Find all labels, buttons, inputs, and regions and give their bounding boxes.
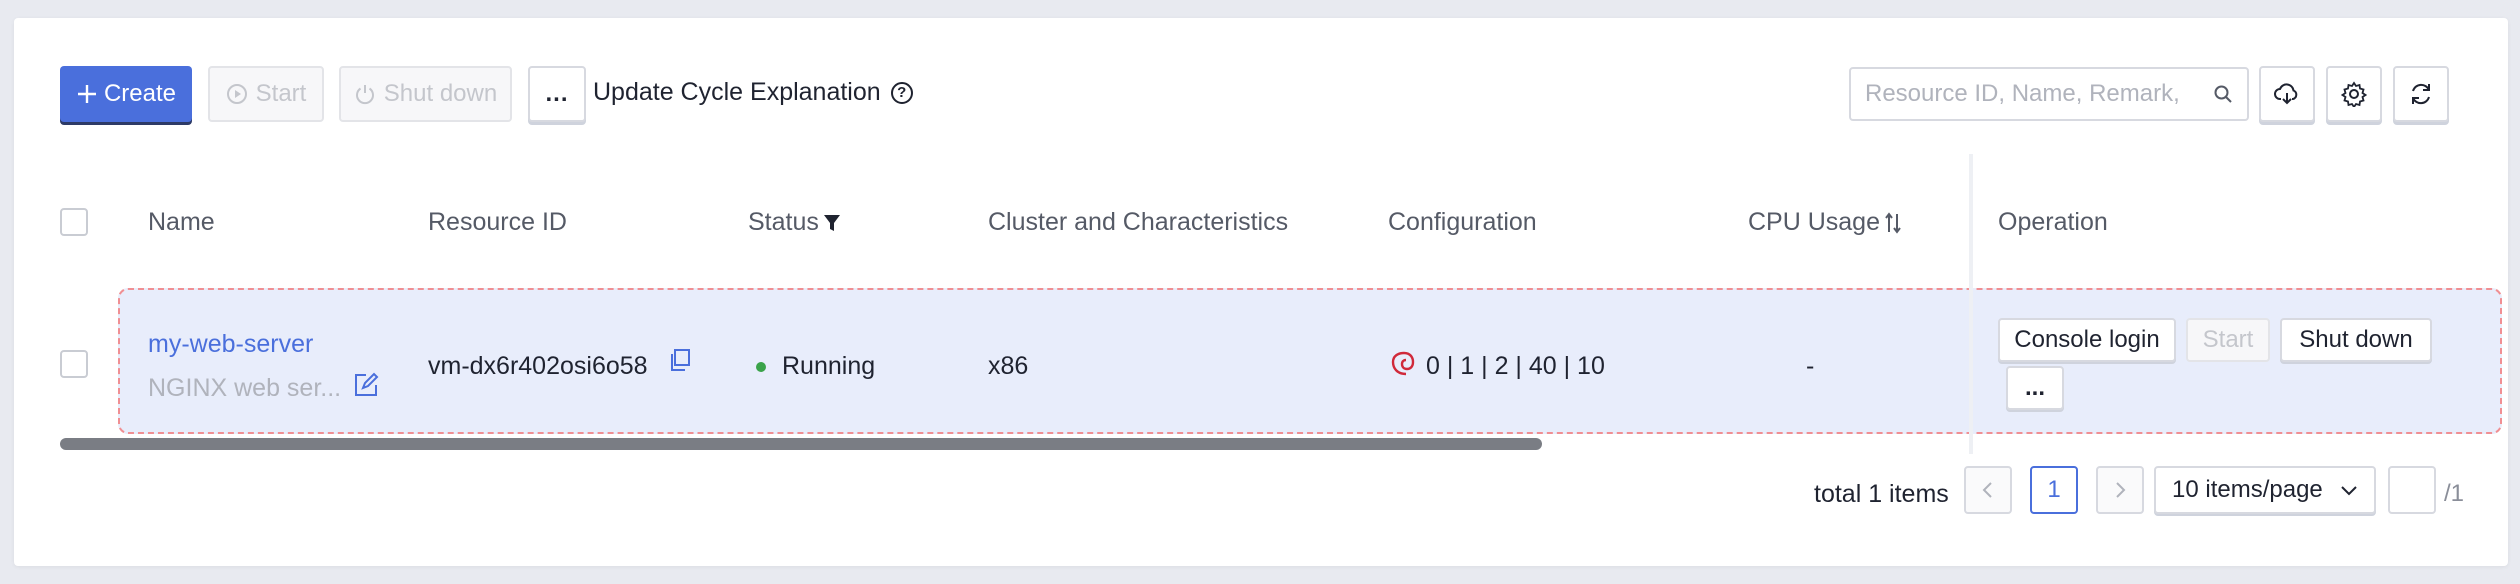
column-header-operation: Operation [1998, 208, 2108, 237]
instance-name-link[interactable]: my-web-server [148, 330, 313, 359]
next-page-button[interactable] [2096, 466, 2144, 514]
total-items-text: total 1 items [1814, 480, 1949, 508]
shutdown-label: Shut down [383, 80, 498, 107]
row-shutdown-button[interactable]: Shut down [2280, 318, 2432, 362]
debian-icon [1391, 351, 1415, 376]
status-text: Running [782, 352, 876, 380]
column-header-cpu-usage: CPU Usage [1748, 208, 1902, 237]
cloud-download-icon [2274, 83, 2298, 105]
console-login-button[interactable]: Console login [1998, 318, 2176, 362]
update-cycle-label: Update Cycle Explanation [593, 78, 881, 106]
refresh-button[interactable] [2393, 66, 2449, 122]
select-all-checkbox[interactable] [60, 208, 88, 236]
chevron-left-icon [1982, 482, 1992, 498]
gear-icon [2341, 81, 2367, 107]
operation-column-divider [1969, 154, 1973, 454]
configuration-value: 0 | 1 | 2 | 40 | 10 [1426, 352, 1605, 380]
column-status-label: Status [748, 208, 819, 236]
refresh-icon [2412, 83, 2430, 105]
column-configuration-label: Configuration [1388, 208, 1537, 236]
row-start-button[interactable]: Start [2186, 318, 2270, 362]
filter-icon[interactable] [823, 213, 841, 233]
power-icon [355, 85, 374, 105]
search-input[interactable] [1865, 80, 2213, 108]
column-header-configuration: Configuration [1388, 208, 1537, 237]
search-box [1849, 67, 2249, 121]
chevron-right-icon [2116, 482, 2126, 498]
plus-icon [77, 85, 96, 103]
row-more-button[interactable]: ... [2006, 366, 2064, 410]
column-header-cluster: Cluster and Characteristics [988, 208, 1288, 237]
column-resource-id-label: Resource ID [428, 208, 567, 236]
start-button[interactable]: Start [208, 66, 324, 122]
resource-id-value: vm-dx6r402osi6o58 [428, 352, 648, 380]
instance-remark: NGINX web ser... [148, 374, 342, 402]
horizontal-scrollbar[interactable] [60, 438, 1542, 450]
edit-icon[interactable] [353, 372, 379, 398]
update-cycle-link[interactable]: Update Cycle Explanation ? [593, 78, 913, 107]
column-cluster-label: Cluster and Characteristics [988, 208, 1289, 236]
total-pages-text: /1 [2444, 480, 2465, 507]
column-cpu-usage-label: CPU Usage [1748, 208, 1880, 236]
status-dot-icon [756, 362, 766, 373]
column-name-label: Name [148, 208, 215, 236]
copy-icon[interactable] [668, 348, 692, 372]
prev-page-button[interactable] [1964, 466, 2012, 514]
instance-list-card: Create Start Shut down ... Update Cycle … [14, 18, 2508, 566]
chevron-down-icon [2341, 486, 2357, 496]
help-icon: ? [890, 81, 913, 104]
more-actions-button[interactable]: ... [528, 66, 586, 122]
page-size-select[interactable]: 10 items/page [2154, 466, 2376, 514]
column-header-status: Status [748, 208, 841, 237]
create-button[interactable]: Create [60, 66, 192, 122]
play-circle-icon [226, 84, 247, 104]
status-badge: Running [756, 352, 875, 381]
cluster-value: x86 [988, 352, 1029, 380]
row-checkbox[interactable] [60, 350, 88, 378]
download-button[interactable] [2259, 66, 2315, 122]
shutdown-button[interactable]: Shut down [339, 66, 512, 122]
create-label: Create [103, 80, 177, 107]
cpu-usage-value: - [1806, 352, 1815, 380]
start-label: Start [255, 80, 307, 107]
column-operation-label: Operation [1998, 208, 2108, 236]
column-header-resource-id: Resource ID [428, 208, 567, 237]
settings-button[interactable] [2326, 66, 2382, 122]
page-number-current[interactable]: 1 [2030, 466, 2078, 514]
page-jump-input[interactable] [2388, 466, 2436, 514]
column-header-name: Name [148, 208, 215, 237]
sort-icon[interactable] [1884, 211, 1902, 234]
search-icon[interactable] [2213, 84, 2233, 104]
page-size-value: 10 items/page [2172, 476, 2323, 503]
